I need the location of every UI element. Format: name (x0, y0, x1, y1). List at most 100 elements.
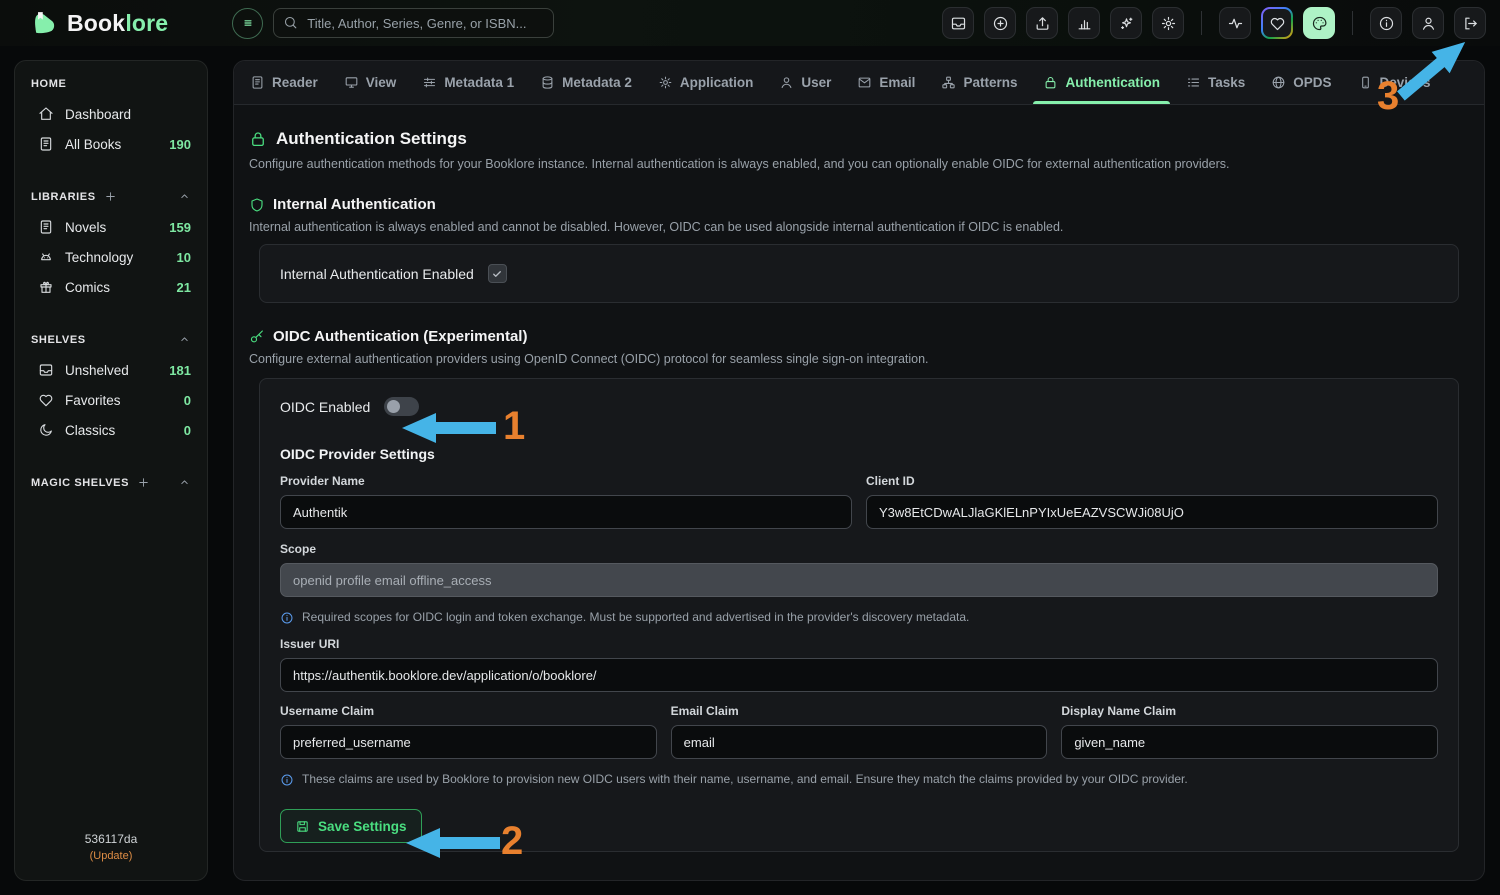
sidebar-item-label: Dashboard (65, 107, 131, 122)
settings-button[interactable] (1152, 7, 1184, 39)
sidebar-item-unshelved[interactable]: Unshelved 181 (15, 355, 207, 385)
client-id-input[interactable] (866, 495, 1438, 529)
collapse-shelves-button[interactable] (178, 333, 191, 346)
issuer-uri-input[interactable] (280, 658, 1438, 692)
theme-button[interactable] (1303, 7, 1335, 39)
logo-text: Booklore (67, 10, 168, 37)
app-logo[interactable]: Booklore (30, 9, 168, 37)
reader-icon (250, 75, 265, 90)
save-settings-button[interactable]: Save Settings (280, 809, 422, 843)
tab-devices[interactable]: Devices (1358, 61, 1431, 104)
profile-button[interactable] (1412, 7, 1444, 39)
sidebar-item-label: Favorites (65, 393, 121, 408)
username-claim-label: Username Claim (280, 704, 657, 718)
inbox-button[interactable] (942, 7, 974, 39)
sidebar-item-label: Classics (65, 423, 115, 438)
sidebar-item-novels[interactable]: Novels 159 (15, 212, 207, 242)
sidebar-item-comics[interactable]: Comics 21 (15, 272, 207, 302)
monitor-icon (344, 75, 359, 90)
tab-metadata-1[interactable]: Metadata 1 (422, 61, 514, 104)
upload-button[interactable] (1026, 7, 1058, 39)
envelope-icon (857, 75, 872, 90)
chevron-up-icon (178, 190, 191, 203)
list-icon (1186, 75, 1201, 90)
mobile-icon (1358, 75, 1373, 90)
tab-view[interactable]: View (344, 61, 397, 104)
key-icon (249, 329, 265, 345)
section-title: LIBRARIES (31, 191, 96, 203)
issuer-field-group: Issuer URI (280, 637, 1438, 692)
search-icon (283, 15, 298, 30)
add-magic-shelf-button[interactable] (137, 476, 150, 489)
search-input[interactable] (273, 8, 554, 38)
info-button[interactable] (1370, 7, 1402, 39)
version-label: 536117da (25, 832, 197, 846)
sidebar-item-all-books[interactable]: All Books 190 (15, 129, 207, 159)
oidc-auth-desc: Configure external authentication provid… (249, 352, 1469, 366)
logout-button[interactable] (1454, 7, 1486, 39)
collapse-magic-shelves-button[interactable] (178, 476, 191, 489)
sidebar-item-count: 159 (169, 220, 191, 235)
sidebar: HOME Dashboard All Books 190 LIBRARIES N… (14, 60, 208, 881)
username-claim-input[interactable] (280, 725, 657, 759)
tab-label: Patterns (963, 75, 1017, 90)
sidebar-item-count: 190 (169, 137, 191, 152)
sidebar-item-classics[interactable]: Classics 0 (15, 415, 207, 445)
add-library-button[interactable] (104, 190, 117, 203)
sidebar-item-label: Technology (65, 250, 133, 265)
section-title: MAGIC SHELVES (31, 477, 129, 489)
scope-field-group: Scope (280, 542, 1438, 597)
sidebar-item-label: Comics (65, 280, 110, 295)
add-button[interactable] (984, 7, 1016, 39)
tab-patterns[interactable]: Patterns (941, 61, 1017, 104)
palette-icon (1311, 15, 1328, 32)
sidebar-item-label: Novels (65, 220, 106, 235)
sidebar-item-label: Unshelved (65, 363, 129, 378)
stats-button[interactable] (1068, 7, 1100, 39)
tab-metadata-2[interactable]: Metadata 2 (540, 61, 632, 104)
tab-tasks[interactable]: Tasks (1186, 61, 1245, 104)
page-title: Authentication Settings (276, 129, 467, 149)
tab-label: Application (680, 75, 754, 90)
tab-authentication[interactable]: Authentication (1043, 61, 1160, 104)
update-link[interactable]: (Update) (25, 850, 197, 862)
internal-auth-checkbox[interactable] (488, 264, 507, 283)
hamburger-menu-button[interactable] (232, 8, 263, 39)
page-subtitle: Configure authentication methods for you… (249, 157, 1469, 171)
plus-icon (104, 190, 117, 203)
scope-input (280, 563, 1438, 597)
client-id-field-group: Client ID (866, 474, 1438, 529)
gear-icon (1160, 15, 1177, 32)
lock-icon (249, 130, 267, 148)
info-icon (1378, 15, 1395, 32)
sidebar-item-count: 181 (169, 363, 191, 378)
display-name-claim-input[interactable] (1061, 725, 1438, 759)
check-icon (491, 268, 503, 280)
provider-name-field-group: Provider Name (280, 474, 852, 529)
provider-name-input[interactable] (280, 495, 852, 529)
oidc-enabled-toggle[interactable] (384, 397, 419, 416)
favorites-button[interactable] (1261, 7, 1293, 39)
activity-button[interactable] (1219, 7, 1251, 39)
tab-label: Authentication (1065, 75, 1160, 90)
sidebar-item-dashboard[interactable]: Dashboard (15, 99, 207, 129)
inbox-icon (38, 362, 54, 378)
moon-icon (38, 422, 54, 438)
tab-label: OPDS (1293, 75, 1331, 90)
book-icon (38, 219, 54, 235)
tab-application[interactable]: Application (658, 61, 754, 104)
sidebar-item-technology[interactable]: Technology 10 (15, 242, 207, 272)
tab-reader[interactable]: Reader (250, 61, 318, 104)
collapse-libraries-button[interactable] (178, 190, 191, 203)
scope-help: Required scopes for OIDC login and token… (280, 610, 1438, 625)
tab-email[interactable]: Email (857, 61, 915, 104)
search-container (273, 8, 554, 38)
toggle-knob (387, 400, 400, 413)
tab-opds[interactable]: OPDS (1271, 61, 1331, 104)
sitemap-icon (941, 75, 956, 90)
tab-user[interactable]: User (779, 61, 831, 104)
magic-button[interactable] (1110, 7, 1142, 39)
email-claim-input[interactable] (671, 725, 1048, 759)
sidebar-item-favorites[interactable]: Favorites 0 (15, 385, 207, 415)
save-settings-label: Save Settings (318, 819, 407, 834)
